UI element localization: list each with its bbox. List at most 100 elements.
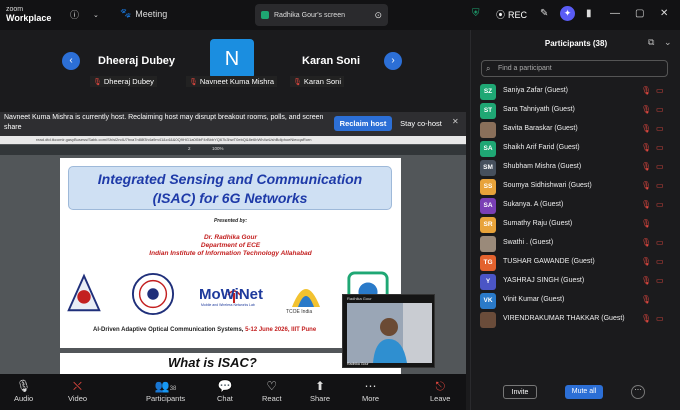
shield-icon[interactable]: ⛨ bbox=[472, 8, 480, 19]
heart-icon: ♡ bbox=[266, 379, 278, 393]
video-off-icon[interactable]: ▭ bbox=[656, 314, 664, 323]
video-off-icon[interactable]: ▭ bbox=[656, 105, 664, 114]
more-options-button[interactable]: ⋯ bbox=[631, 385, 645, 399]
participant-row[interactable]: SS Soumya Sidhishwari (Guest) 🎙 ▭ bbox=[471, 177, 680, 196]
person-silhouette bbox=[347, 303, 432, 363]
participant-name: TUSHAR GAWANDE (Guest) bbox=[503, 258, 595, 265]
info-icon: ⓘ bbox=[70, 10, 80, 20]
more-options-icon[interactable]: ⊙ bbox=[374, 10, 382, 21]
camera-label: Radhika Gour bbox=[347, 296, 372, 301]
more-icon: ⋯ bbox=[364, 379, 377, 393]
participant-name: Sumathy Raju (Guest) bbox=[503, 220, 573, 227]
participant-row[interactable]: SA Shaikh Arif Farid (Guest) 🎙 ▭ bbox=[471, 139, 680, 158]
pdf-toolbar: 2 100% bbox=[0, 145, 466, 155]
participant-row[interactable]: SR Sumathy Raju (Guest) 🎙 bbox=[471, 215, 680, 234]
participant-name: VIRENDRAKUMAR THAKKAR (Guest) bbox=[503, 315, 625, 322]
meeting-info-button[interactable]: ⓘ ⌄ bbox=[70, 8, 99, 21]
video-off-icon[interactable]: ▭ bbox=[656, 200, 664, 209]
reclaim-host-button[interactable]: Reclaim host bbox=[334, 116, 392, 131]
share-label: Share bbox=[310, 394, 331, 403]
video-button[interactable]: ⛌ Video bbox=[68, 378, 87, 403]
avatar bbox=[480, 236, 496, 252]
tile-label-text: Karan Soni bbox=[303, 77, 341, 86]
video-off-icon[interactable]: ▭ bbox=[656, 86, 664, 95]
tile-name-karan: Karan Soni bbox=[302, 55, 361, 67]
mic-off-icon[interactable]: 🎙 bbox=[641, 200, 651, 209]
mic-off-icon[interactable]: 🎙 bbox=[641, 314, 651, 323]
participant-row[interactable]: VK Vinit Kumar (Guest) 🎙 bbox=[471, 291, 680, 310]
leave-label: Leave bbox=[430, 394, 451, 403]
video-off-icon[interactable]: ▭ bbox=[656, 238, 664, 247]
participant-row[interactable]: SZ Saniya Zafar (Guest) 🎙 ▭ bbox=[471, 82, 680, 101]
chat-button[interactable]: 💬 Chat bbox=[217, 378, 233, 403]
mic-off-icon[interactable]: 🎙 bbox=[641, 295, 651, 304]
screen-share-pill[interactable]: Radhika Gour's screen ⊙ bbox=[255, 4, 388, 26]
participant-name: Savita Baraskar (Guest) bbox=[503, 125, 578, 132]
participant-row[interactable]: Y YASHRAJ SINGH (Guest) 🎙 ▭ bbox=[471, 272, 680, 291]
participant-name: Sara Tahniyath (Guest) bbox=[503, 106, 575, 113]
mic-off-icon[interactable]: 🎙 bbox=[641, 124, 651, 133]
mic-off-icon[interactable]: 🎙 bbox=[641, 86, 651, 95]
mute-all-button[interactable]: Mute all bbox=[565, 385, 603, 399]
mic-off-icon[interactable]: 🎙 bbox=[641, 238, 651, 247]
logo-text-bottom: Workplace bbox=[6, 13, 52, 23]
mic-off-icon[interactable]: 🎙 bbox=[641, 162, 651, 171]
recording-indicator[interactable]: ⦿ REC bbox=[496, 8, 527, 21]
more-button[interactable]: ⋯ More bbox=[362, 378, 379, 403]
video-off-icon[interactable]: ▭ bbox=[656, 276, 664, 285]
host-banner: Navneet Kuma Mishra is currently host. R… bbox=[0, 112, 466, 136]
participants-button[interactable]: 👥38 Participants bbox=[146, 378, 185, 403]
avatar: SM bbox=[480, 160, 496, 176]
mic-off-icon[interactable]: 🎙 bbox=[641, 219, 651, 228]
invite-button[interactable]: Invite bbox=[503, 385, 537, 399]
tcoe-logo-text: TCOE India bbox=[286, 309, 313, 315]
mic-off-icon: 🎙 bbox=[293, 78, 302, 86]
participant-name: Soumya Sidhishwari (Guest) bbox=[503, 182, 592, 189]
share-button[interactable]: ⬆ Share bbox=[310, 378, 330, 403]
camera-name: Radhika Gour bbox=[347, 362, 369, 366]
video-label: Video bbox=[68, 394, 88, 403]
popout-icon[interactable]: ⧉ bbox=[648, 37, 654, 48]
video-off-icon[interactable]: ▭ bbox=[656, 124, 664, 133]
close-icon[interactable]: ✕ bbox=[452, 117, 459, 126]
react-button[interactable]: ♡ React bbox=[262, 378, 282, 403]
minimize-icon[interactable]: — bbox=[610, 8, 620, 19]
meeting-menu-button[interactable]: 🐾 Meeting bbox=[120, 8, 167, 19]
meeting-label: Meeting bbox=[135, 8, 168, 19]
participant-row[interactable]: TG TUSHAR GAWANDE (Guest) 🎙 ▭ bbox=[471, 253, 680, 272]
mic-off-icon[interactable]: 🎙 bbox=[641, 276, 651, 285]
presenter-camera-thumbnail[interactable]: Radhika Gour Radhika Gour bbox=[342, 294, 435, 368]
maximize-icon[interactable]: ▢ bbox=[635, 8, 644, 19]
participant-row[interactable]: Swathi . (Guest) 🎙 ▭ bbox=[471, 234, 680, 253]
audio-button[interactable]: 🎙 Audio bbox=[14, 378, 33, 403]
mic-off-icon[interactable]: 🎙 bbox=[641, 181, 651, 190]
pen-icon[interactable]: ✎ bbox=[540, 8, 548, 19]
pdf-zoom-level: 100% bbox=[212, 146, 224, 151]
mic-off-icon[interactable]: 🎙 bbox=[641, 105, 651, 114]
participant-row[interactable]: Savita Baraskar (Guest) 🎙 ▭ bbox=[471, 120, 680, 139]
participant-row[interactable]: VIRENDRAKUMAR THAKKAR (Guest) 🎙 ▭ bbox=[471, 310, 680, 329]
previous-page-button[interactable]: ‹ bbox=[62, 52, 80, 70]
next-page-button[interactable]: › bbox=[384, 52, 402, 70]
mic-off-icon[interactable]: 🎙 bbox=[641, 257, 651, 266]
participant-row[interactable]: SA Sukanya. A (Guest) 🎙 ▭ bbox=[471, 196, 680, 215]
collapse-icon[interactable]: ⌄ bbox=[664, 37, 672, 48]
participant-row[interactable]: ST Sara Tahniyath (Guest) 🎙 ▭ bbox=[471, 101, 680, 120]
close-icon[interactable]: ✕ bbox=[660, 8, 668, 19]
leave-button[interactable]: ⎋ Leave bbox=[430, 378, 450, 403]
video-off-icon[interactable]: ▭ bbox=[656, 181, 664, 190]
ai-companion-icon[interactable]: ✦ bbox=[560, 6, 575, 21]
video-off-icon: ⛌ bbox=[73, 379, 82, 393]
presented-by: Presented by: bbox=[213, 218, 248, 224]
participant-name: Swathi . (Guest) bbox=[503, 239, 554, 246]
video-off-icon[interactable]: ▭ bbox=[656, 143, 664, 152]
bookmark-icon[interactable]: ▮ bbox=[586, 8, 592, 19]
institute-logo bbox=[67, 273, 101, 312]
avatar-navneet[interactable]: N bbox=[210, 39, 254, 79]
video-off-icon[interactable]: ▭ bbox=[656, 257, 664, 266]
video-off-icon[interactable]: ▭ bbox=[656, 162, 664, 171]
participant-search-input[interactable]: ⌕ Find a participant bbox=[481, 60, 668, 77]
stay-cohost-button[interactable]: Stay co-host bbox=[396, 116, 446, 131]
mic-off-icon[interactable]: 🎙 bbox=[641, 143, 651, 152]
participant-row[interactable]: SM Shubham Mishra (Guest) 🎙 ▭ bbox=[471, 158, 680, 177]
